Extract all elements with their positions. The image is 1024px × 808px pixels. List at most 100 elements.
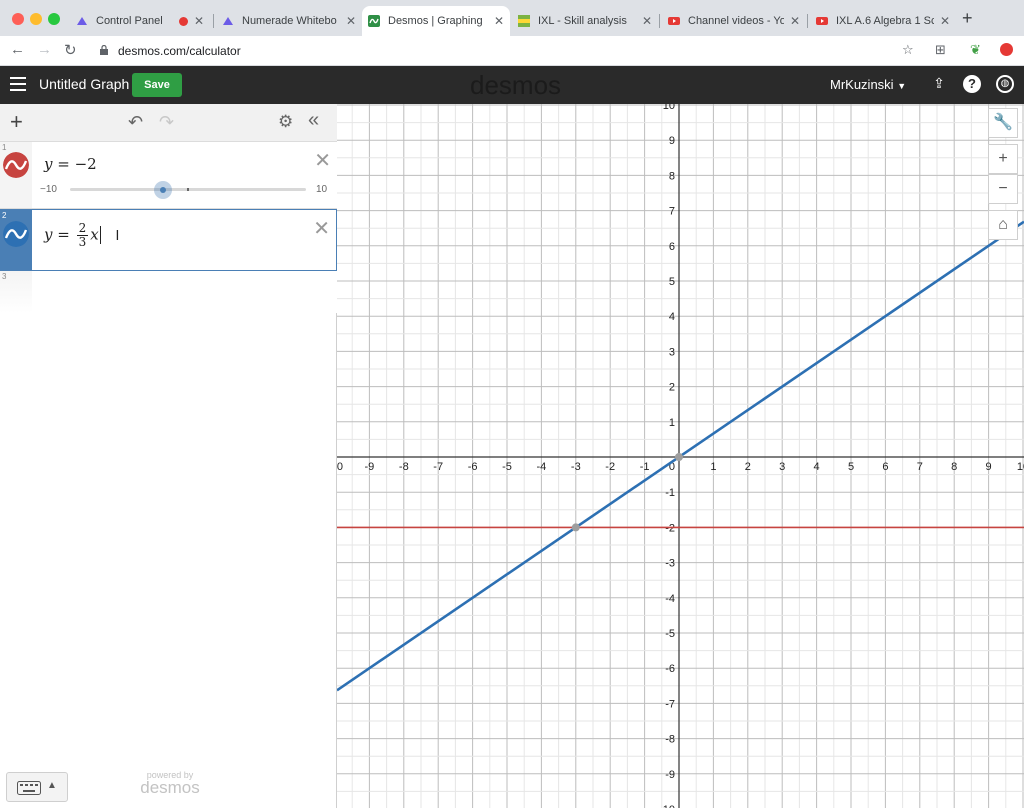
x-tick-label: -5: [502, 461, 512, 473]
math-field[interactable]: y = −2: [44, 155, 97, 173]
x-tick-label: -3: [571, 461, 581, 473]
browser-tab[interactable]: Channel videos - Yo ✕: [662, 6, 806, 36]
wrench-icon: 🔧: [993, 114, 1013, 131]
y-tick-label: -8: [665, 734, 675, 746]
delete-expression-icon[interactable]: ✕: [314, 148, 331, 173]
bookmark-star-icon[interactable]: ☆: [902, 42, 914, 58]
y-tick-label: 9: [669, 135, 675, 147]
address-bar: ← → ↻ desmos.com/calculator ☆ ⊞ ❦: [0, 36, 1024, 66]
close-tab-icon[interactable]: ✕: [194, 14, 204, 28]
y-tick-label: -9: [665, 769, 675, 781]
share-icon[interactable]: ⇪: [930, 75, 948, 93]
y-tick-label: 7: [669, 206, 675, 218]
math-equals: =: [52, 225, 75, 244]
zoom-in-button[interactable]: +: [988, 144, 1018, 174]
caret-up-icon: ▲: [47, 780, 57, 791]
close-tab-icon[interactable]: ✕: [790, 14, 800, 28]
slider-min[interactable]: −10: [40, 184, 57, 195]
plus-icon: +: [998, 150, 1008, 167]
y-tick-label: 6: [669, 241, 675, 253]
y-tick-label: 3: [669, 346, 675, 358]
graph-settings-button[interactable]: 🔧: [988, 108, 1018, 138]
y-tick-label: -2: [665, 522, 675, 534]
add-item-icon[interactable]: +: [10, 109, 23, 135]
youtube-icon: [816, 17, 828, 25]
x-tick-label: 1: [710, 461, 716, 473]
y-tick-label: -3: [665, 558, 675, 570]
keyboard-toggle-button[interactable]: ▲: [6, 772, 68, 802]
minimize-window-button[interactable]: [30, 13, 42, 25]
expression-toolbar: + ↶ ↷ ⚙ «: [0, 104, 337, 142]
graph-color-icon[interactable]: [3, 152, 29, 178]
help-icon[interactable]: ?: [963, 75, 981, 93]
expression-row[interactable]: 1 y = −2 ✕ −10 10: [0, 142, 337, 209]
save-button[interactable]: Save: [132, 73, 182, 97]
tab-separator: [213, 14, 214, 28]
browser-tab-active[interactable]: Desmos | Graphing ✕: [362, 6, 510, 36]
browser-tab[interactable]: Control Panel ✕: [70, 6, 210, 36]
settings-gear-icon[interactable]: ⚙: [278, 112, 293, 132]
undo-icon[interactable]: ↶: [128, 112, 143, 133]
x-tick-label: -1: [640, 461, 650, 473]
y-tick-label: -6: [665, 663, 675, 675]
delete-expression-icon[interactable]: ✕: [313, 216, 330, 241]
y-tick-label: 4: [669, 311, 675, 323]
extensions-icon[interactable]: ⊞: [935, 42, 946, 58]
y-tick-label: 2: [669, 382, 675, 394]
y-tick-label: 5: [669, 276, 675, 288]
recording-icon: [178, 16, 188, 26]
y-tick-label: -7: [665, 698, 675, 710]
expression-panel: + ↶ ↷ ⚙ « 1 y = −2 ✕ −10 10 2 y = 2 3 x …: [0, 104, 337, 808]
i-beam-cursor-icon: I: [115, 228, 120, 244]
lock-icon: [100, 45, 108, 55]
browser-tab[interactable]: IXL - Skill analysis ✕: [512, 6, 658, 36]
y-tick-label: -4: [665, 593, 675, 605]
graph-title[interactable]: Untitled Graph: [39, 76, 129, 92]
x-tick-label: -7: [433, 461, 443, 473]
browser-tab[interactable]: Numerade Whitebo ✕: [216, 6, 362, 36]
fraction: 23: [76, 221, 89, 249]
close-tab-icon[interactable]: ✕: [940, 14, 950, 28]
zoom-out-button[interactable]: −: [988, 174, 1018, 204]
y-tick-label: 1: [669, 417, 675, 429]
reload-icon[interactable]: ↻: [64, 41, 77, 59]
x-tick-label: -10: [337, 461, 343, 473]
expression-row-empty[interactable]: 3: [0, 271, 337, 313]
desmos-logo: desmos: [470, 70, 562, 100]
default-viewport-button[interactable]: ⌂: [988, 210, 1018, 240]
redo-icon[interactable]: ↷: [159, 112, 174, 133]
app-header: Untitled Graph Save desmos MrKuzinski ▼ …: [0, 66, 1024, 104]
extension-dragon-icon[interactable]: ❦: [970, 42, 981, 58]
globe-icon[interactable]: ◍: [996, 75, 1014, 93]
collapse-panel-icon[interactable]: «: [308, 109, 319, 132]
back-icon[interactable]: ←: [10, 41, 25, 58]
omnibox[interactable]: desmos.com/calculator: [90, 39, 930, 63]
menu-icon[interactable]: [10, 77, 26, 91]
user-menu[interactable]: MrKuzinski ▼: [830, 77, 906, 92]
extension-red-icon[interactable]: [1000, 43, 1013, 56]
origin-point: [675, 453, 683, 461]
graph-paper[interactable]: -10 -9 -8 -7 -6 -5 -4 -3 -2 -1 1 2 3 4 5 6 7 8 9 10 -10 -9 -8 -…: [337, 104, 1024, 808]
close-tab-icon[interactable]: ✕: [494, 14, 504, 28]
x-tick-label: -2: [605, 461, 615, 473]
slider-handle[interactable]: [154, 181, 172, 199]
keyboard-icon: [17, 781, 41, 795]
close-window-button[interactable]: [12, 13, 24, 25]
url-text: desmos.com/calculator: [118, 44, 241, 58]
new-tab-button[interactable]: +: [962, 8, 973, 29]
close-tab-icon[interactable]: ✕: [346, 14, 356, 28]
home-icon: ⌂: [998, 216, 1008, 233]
youtube-icon: [668, 17, 680, 25]
graph-canvas[interactable]: -10 -9 -8 -7 -6 -5 -4 -3 -2 -1 1 2 3 4 5 6 7 8 9 10 -10 -9 -8 -…: [337, 104, 1024, 808]
close-tab-icon[interactable]: ✕: [642, 14, 652, 28]
slider-max[interactable]: 10: [316, 184, 327, 195]
x-tick-label: 7: [917, 461, 923, 473]
math-field[interactable]: y = 23x I: [44, 222, 119, 249]
forward-icon[interactable]: →: [37, 41, 52, 58]
x-tick-label: -8: [399, 461, 409, 473]
zoom-window-button[interactable]: [48, 13, 60, 25]
x-tick-label: 9: [986, 461, 992, 473]
graph-color-icon[interactable]: [3, 221, 29, 247]
browser-tab[interactable]: IXL A.6 Algebra 1 Sc ✕: [810, 6, 956, 36]
expression-row-active[interactable]: 2 y = 23x I ✕: [0, 209, 337, 271]
